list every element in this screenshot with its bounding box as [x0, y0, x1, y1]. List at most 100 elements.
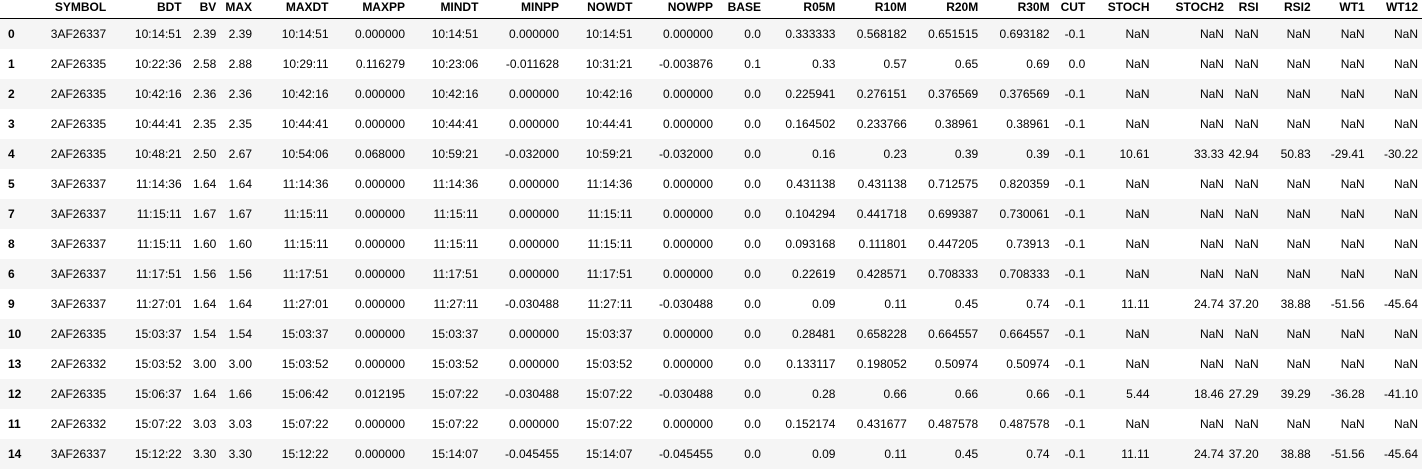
cell-max: 2.88 [228, 57, 252, 71]
cell-r30m: 0.74 [1026, 297, 1050, 311]
cell-r05m: 0.09 [812, 297, 836, 311]
cell-r20m: 0.376569 [928, 87, 979, 101]
cell-nowdt: 11:15:11 [587, 237, 633, 251]
cell-bdt: 10:44:41 [134, 117, 182, 131]
column-header-mindt[interactable]: MINDT [409, 0, 483, 19]
column-header-stoch2[interactable]: STOCH2 [1153, 0, 1228, 19]
cell-r30m: 0.708333 [999, 267, 1050, 281]
table-row: 11 2AF26332 15:07:22 3.03 3.03 15:07:22 0.0000… [0, 409, 1422, 439]
column-header-minpp[interactable]: MINPP [482, 0, 564, 19]
cell-maxdt: 11:27:01 [282, 297, 329, 311]
column-header-max[interactable]: MAX [220, 0, 256, 19]
cell-rsi2: NaN [1286, 57, 1311, 71]
cell-cut: 0.0 [1068, 57, 1086, 71]
cell-r30m: 0.69 [1026, 57, 1050, 71]
cell-nowdt: 10:31:21 [585, 57, 633, 71]
cell-wt12: NaN [1393, 87, 1418, 101]
column-header-maxdt[interactable]: MAXDT [256, 0, 333, 19]
cell-nowpp: 0.000000 [662, 177, 714, 191]
cell-rsi: 42.94 [1228, 147, 1259, 161]
column-header-r30m[interactable]: R30M [982, 0, 1054, 19]
column-header-wt12[interactable]: WT12 [1368, 0, 1422, 19]
cell-cut: -0.1 [1064, 297, 1086, 311]
cell-r05m: 0.133117 [786, 357, 836, 371]
cell-mindt: 15:07:22 [431, 417, 479, 431]
cell-bv: 2.39 [192, 27, 217, 41]
cell-base: 0.0 [744, 327, 761, 341]
cell-rsi: NaN [1234, 357, 1259, 371]
cell-bv: 1.56 [192, 267, 217, 281]
table-row: 12 2AF26335 15:06:37 1.64 1.66 15:06:42 0.0121… [0, 379, 1422, 409]
cell-maxpp: 0.000000 [354, 27, 405, 41]
column-header-nowdt[interactable]: NOWDT [563, 0, 637, 19]
cell-rsi: NaN [1234, 177, 1259, 191]
cell-nowpp: 0.000000 [662, 237, 714, 251]
table-row: 1 2AF26335 10:22:36 2.58 2.88 10:29:11 0.11627… [0, 49, 1422, 79]
cell-symbol: 2AF26335 [50, 87, 107, 101]
column-header-cut[interactable]: CUT [1053, 0, 1090, 19]
cell-max: 2.67 [228, 147, 252, 161]
cell-max: 3.30 [228, 447, 252, 461]
column-header-base[interactable]: BASE [717, 0, 765, 19]
cell-cut: -0.1 [1064, 147, 1086, 161]
cell-bv: 3.00 [192, 357, 217, 371]
cell-r20m: 0.38961 [934, 117, 979, 131]
cell-maxpp: 0.000000 [354, 327, 405, 341]
cell-rsi: NaN [1234, 267, 1259, 281]
cell-maxdt: 15:03:37 [281, 327, 329, 341]
cell-nowdt: 10:14:51 [585, 27, 633, 41]
cell-nowpp: -0.045455 [658, 447, 714, 461]
column-header-r05m[interactable]: R05M [764, 0, 840, 19]
cell-stoch: NaN [1125, 207, 1150, 221]
column-header-nowpp[interactable]: NOWPP [636, 0, 718, 19]
row-index: 8 [8, 237, 15, 251]
row-index: 2 [8, 87, 15, 101]
cell-cut: -0.1 [1064, 177, 1086, 191]
cell-wt12: -45.64 [1383, 447, 1418, 461]
column-header-bv[interactable]: BV [185, 0, 221, 19]
column-header-stoch[interactable]: STOCH [1089, 0, 1154, 19]
column-header-rsi2[interactable]: RSI2 [1262, 0, 1315, 19]
cell-r10m: 0.57 [883, 57, 907, 71]
column-header-rsi[interactable]: RSI [1227, 0, 1263, 19]
cell-symbol: 3AF26337 [50, 207, 107, 221]
cell-stoch: NaN [1125, 327, 1150, 341]
cell-maxdt: 10:14:51 [281, 27, 329, 41]
cell-symbol: 3AF26337 [50, 27, 107, 41]
cell-mindt: 11:15:11 [433, 237, 479, 251]
cell-nowpp: 0.000000 [662, 357, 714, 371]
cell-bv: 1.60 [192, 237, 217, 251]
column-header-maxpp[interactable]: MAXPP [332, 0, 409, 19]
cell-maxdt: 10:54:06 [281, 147, 329, 161]
cell-cut: -0.1 [1064, 87, 1086, 101]
cell-cut: -0.1 [1064, 387, 1086, 401]
cell-bv: 2.36 [192, 87, 217, 101]
cell-maxdt: 11:15:11 [283, 207, 329, 221]
column-header-wt1[interactable]: WT1 [1314, 0, 1369, 19]
column-header-bdt[interactable]: BDT [110, 0, 186, 19]
column-header-r10m[interactable]: R10M [839, 0, 911, 19]
cell-r30m: 0.50974 [1006, 357, 1050, 371]
cell-rsi: NaN [1234, 117, 1259, 131]
cell-wt12: NaN [1393, 327, 1418, 341]
cell-stoch2: 24.74 [1193, 297, 1224, 311]
cell-wt12: NaN [1393, 207, 1418, 221]
cell-rsi2: NaN [1286, 207, 1311, 221]
row-index: 11 [8, 417, 21, 431]
cell-rsi2: NaN [1286, 417, 1311, 431]
cell-r10m: 0.428571 [856, 267, 907, 281]
row-index: 3 [8, 117, 15, 131]
column-header-r20m[interactable]: R20M [910, 0, 983, 19]
column-header-symbol[interactable]: SYMBOL [30, 0, 111, 19]
row-index: 12 [8, 387, 22, 401]
cell-minpp: -0.045455 [504, 447, 560, 461]
table-row: 6 3AF26337 11:17:51 1.56 1.56 11:17:51 0.00000… [0, 259, 1422, 289]
cell-r20m: 0.45 [954, 297, 979, 311]
cell-maxdt: 15:06:42 [281, 387, 329, 401]
cell-rsi2: NaN [1286, 117, 1311, 131]
cell-maxpp: 0.000000 [354, 237, 405, 251]
cell-nowpp: 0.000000 [662, 207, 714, 221]
cell-wt12: NaN [1393, 117, 1418, 131]
cell-r10m: 0.23 [883, 147, 907, 161]
cell-r20m: 0.708333 [928, 267, 979, 281]
